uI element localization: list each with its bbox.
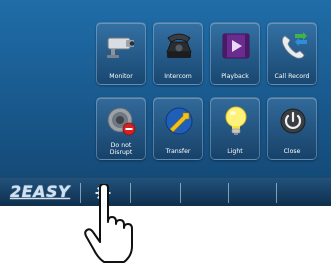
tile-label: Close	[283, 148, 301, 155]
playback-button[interactable]: Playback	[210, 22, 260, 85]
taskbar-divider	[180, 183, 181, 203]
tile-label: Do not Disrupt	[109, 142, 133, 156]
monitor-button[interactable]: Monitor	[96, 22, 146, 85]
call-record-button[interactable]: Call Record	[267, 22, 317, 85]
tile-label: Intercom	[164, 73, 192, 80]
brand-logo: 2EASY	[10, 182, 71, 201]
menu-grid: Monitor Intercom Playback Call Record Do…	[96, 22, 318, 162]
intercom-button[interactable]: Intercom	[153, 22, 203, 85]
tile-label: Playback	[221, 73, 249, 80]
transfer-icon	[165, 107, 193, 135]
taskbar-divider	[276, 183, 277, 203]
do-not-disrupt-button[interactable]: Do not Disrupt	[96, 97, 146, 160]
transfer-button[interactable]: Transfer	[153, 97, 203, 160]
tile-label: Monitor	[109, 73, 133, 80]
tile-label: Call Record	[274, 73, 310, 80]
tile-label: Transfer	[165, 148, 191, 155]
tile-label: Light	[227, 148, 243, 155]
close-button[interactable]: Close	[267, 97, 317, 160]
light-button[interactable]: Light	[210, 97, 260, 160]
taskbar-divider	[80, 183, 81, 203]
phone-icon	[166, 33, 192, 58]
taskbar-divider	[228, 183, 229, 203]
power-icon	[280, 108, 306, 134]
intercom-screen: Monitor Intercom Playback Call Record Do…	[0, 0, 331, 206]
camera-icon	[107, 37, 135, 58]
call-record-icon	[281, 32, 307, 59]
lightbulb-icon	[225, 106, 247, 135]
playback-icon	[222, 33, 250, 59]
do-not-disturb-icon	[107, 107, 136, 136]
hand-pointer-icon	[84, 184, 133, 263]
taskbar: 2EASY	[0, 178, 331, 206]
